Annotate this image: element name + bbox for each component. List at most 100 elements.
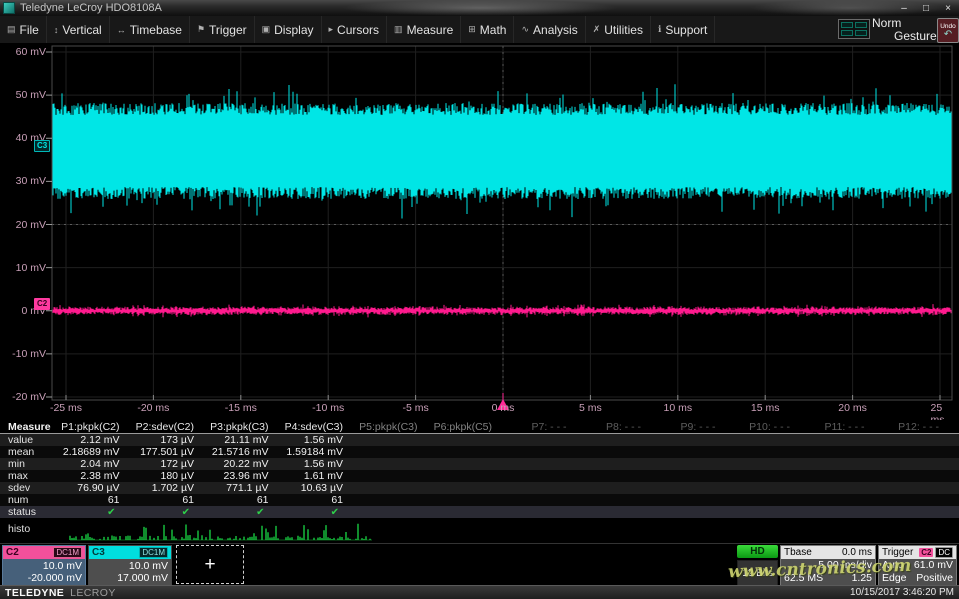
menu-item-measure[interactable]: ▥ Measure — [387, 16, 461, 43]
file-icon: ▤ — [7, 24, 16, 35]
measure-row-label: status — [0, 506, 55, 518]
timebase-descriptor-box[interactable]: Tbase 0.0 ms 5.00 ms/div 62.5 MS 1.25 — [780, 545, 876, 585]
c3-descriptor-box[interactable]: C3 DC1M 10.0 mV 17.000 mV — [88, 545, 172, 585]
tbase-label: Tbase — [784, 547, 812, 558]
measure-row-num: num61616161 — [0, 494, 959, 506]
close-button[interactable]: × — [937, 1, 959, 15]
c2-waveform-trace — [53, 304, 951, 317]
trigger-slope: Positive — [916, 572, 953, 585]
measure-param-header[interactable]: P3:pkpk(C3) — [204, 421, 279, 433]
measure-param-header[interactable]: P10: - - - — [726, 421, 801, 433]
c3-offset-marker[interactable]: C3 — [34, 140, 50, 152]
measure-cell: 2.38 mV — [55, 470, 130, 482]
y-tick-label: -20 mV — [0, 391, 46, 403]
measure-cell: 61 — [130, 494, 205, 506]
measure-cell: 1.56 mV — [279, 434, 354, 446]
hd-badge: HD — [737, 545, 778, 558]
measure-cell: 1.59184 mV — [279, 446, 354, 458]
trigger-source-badge: C2 — [919, 548, 933, 557]
measure-cell: 2.18689 mV — [55, 446, 130, 458]
cursors-icon: ▸ — [329, 24, 334, 35]
measure-cell: 21.11 mV — [204, 434, 279, 446]
add-trace-button[interactable]: + — [176, 545, 244, 584]
display-icon: ▣ — [262, 24, 271, 35]
measure-row-label: num — [0, 494, 55, 506]
menu-item-file[interactable]: ▤File — [0, 16, 47, 43]
measure-cell: 1.702 µV — [130, 482, 205, 494]
menu-item-analysis[interactable]: ∿Analysis — [514, 16, 585, 43]
c3-offset: 17.000 mV — [117, 572, 168, 584]
measure-cell: 180 µV — [130, 470, 205, 482]
measure-param-header[interactable]: P11: - - - — [800, 421, 875, 433]
measure-param-header[interactable]: P7: - - - — [502, 421, 577, 433]
measure-row-label: mean — [0, 446, 55, 458]
menu-item-label: Vertical — [62, 23, 101, 37]
c2-descriptor-box[interactable]: C2 DC1M 10.0 mV -20.000 mV — [2, 545, 86, 585]
minimize-button[interactable]: – — [893, 1, 915, 15]
c2-offset: -20.000 mV — [28, 572, 82, 584]
trigger-label: Trigger — [882, 547, 913, 558]
menu-item-trigger[interactable]: ⚑Trigger — [190, 16, 255, 43]
measure-param-header[interactable]: P5:pkpk(C3) — [353, 421, 428, 433]
x-tick-label: -10 ms — [312, 402, 344, 414]
measure-param-header[interactable]: P12: - - - — [875, 421, 950, 433]
x-tick-label: -25 ms — [50, 402, 82, 414]
measure-icon: ▥ — [394, 24, 403, 35]
measure-param-header[interactable]: P6:pkpk(C5) — [428, 421, 503, 433]
trigger-descriptor-box[interactable]: Trigger C2 DC Auto 61.0 mV Edge Positive — [878, 545, 957, 585]
measure-param-header[interactable]: P4:sdev(C3) — [279, 421, 354, 433]
measure-param-header[interactable]: P2:sdev(C2) — [130, 421, 205, 433]
menu-item-vertical[interactable]: ↕Vertical — [47, 16, 110, 43]
c2-offset-marker[interactable]: C2 — [34, 298, 50, 310]
menu-item-label: Trigger — [209, 23, 247, 37]
c2-coupling-badge: DC1M — [53, 547, 82, 558]
menu-item-label: Math — [480, 23, 507, 37]
trigger-coupling-badge: DC — [935, 547, 953, 558]
oscilloscope-app: Teledyne LeCroy HDO8108A – □ × ▤File↕Ver… — [0, 0, 959, 599]
math-icon: ⊞ — [468, 24, 476, 35]
restore-button[interactable]: □ — [915, 1, 937, 15]
menu-item-utilities[interactable]: ✗Utilities — [586, 16, 651, 43]
histogram-row: histo — [0, 520, 959, 543]
x-tick-label: 10 ms — [664, 402, 693, 414]
tbase-delay: 0.0 ms — [842, 547, 872, 558]
menu-item-timebase[interactable]: ↔Timebase — [110, 16, 190, 43]
menu-item-cursors[interactable]: ▸Cursors — [322, 16, 388, 43]
trigger-type: Edge — [882, 572, 907, 585]
window-controls: – □ × — [893, 1, 959, 15]
app-icon — [3, 2, 15, 14]
measure-cell: 2.12 mV — [55, 434, 130, 446]
waveform-display: 60 mV50 mV40 mV30 mV20 mV10 mV0 mV-10 mV… — [0, 43, 959, 420]
undo-button[interactable]: Undo ↶ — [937, 18, 959, 43]
measure-param-header[interactable]: P8: - - - — [577, 421, 652, 433]
measure-row-status: status✔✔✔✔ — [0, 506, 959, 518]
measure-param-header[interactable]: P1:pkpk(C2) — [55, 421, 130, 433]
menu-item-support[interactable]: ℹSupport — [651, 16, 715, 43]
hd-mode-box[interactable]: HD 12 Bits — [737, 545, 778, 585]
measure-row-label: value — [0, 434, 55, 446]
gesture-label[interactable]: Gesture — [894, 29, 937, 43]
grid-cell-icon — [855, 22, 867, 28]
measure-row-value: value2.12 mV173 µV21.11 mV1.56 mV — [0, 434, 959, 446]
measure-cell: 1.61 mV — [279, 470, 354, 482]
x-tick-label: 5 ms — [579, 402, 602, 414]
menu-item-display[interactable]: ▣Display — [255, 16, 322, 43]
display-grid-button[interactable] — [838, 19, 870, 39]
x-tick-label: -20 ms — [137, 402, 169, 414]
x-tick-label: -5 ms — [402, 402, 428, 414]
menu-item-label: Cursors — [337, 23, 379, 37]
measure-param-header[interactable]: P9: - - - — [651, 421, 726, 433]
measure-cell: 1.56 mV — [279, 458, 354, 470]
norm-mode-label[interactable]: Norm — [872, 16, 901, 30]
c3-channel-label: C3 — [92, 547, 105, 558]
hd-bits-label: 12 Bits — [737, 560, 778, 586]
trigger-mode: Auto — [882, 559, 904, 572]
support-icon: ℹ — [658, 24, 661, 35]
measure-cell: 61 — [279, 494, 354, 506]
menu-item-math[interactable]: ⊞ Math — [461, 16, 514, 43]
menu-item-label: Measure — [407, 23, 454, 37]
measure-row-label: sdev — [0, 482, 55, 494]
window-title: Teledyne LeCroy HDO8108A — [20, 2, 162, 14]
x-tick-label: 0 ms — [492, 402, 515, 414]
brand-lecroy: LECROY — [70, 587, 116, 599]
